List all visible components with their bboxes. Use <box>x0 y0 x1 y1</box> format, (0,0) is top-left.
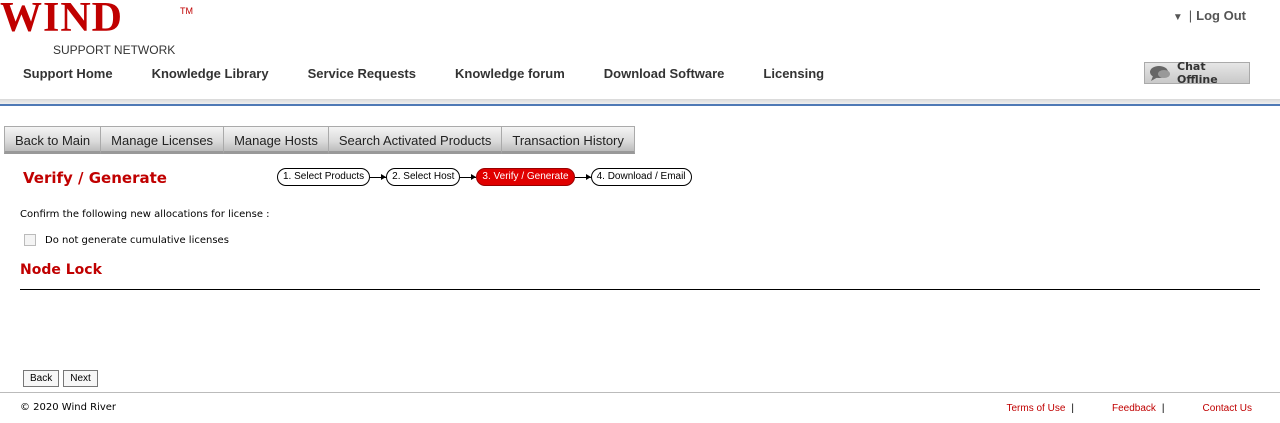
wizard-buttons: Back Next <box>23 370 98 387</box>
cumulative-checkbox[interactable] <box>24 234 36 246</box>
step-select-host: 2. Select Host <box>386 168 461 186</box>
copyright: © 2020 Wind River <box>20 402 117 413</box>
contact-us-link[interactable]: Contact Us <box>1203 403 1252 414</box>
chat-bubble-icon <box>1149 65 1171 81</box>
tab-manage-hosts[interactable]: Manage Hosts <box>224 126 329 154</box>
section-title: Node Lock <box>20 262 102 278</box>
back-button[interactable]: Back <box>23 370 60 387</box>
step-select-products: 1. Select Products <box>277 168 371 186</box>
feedback-link[interactable]: Feedback <box>1112 403 1156 414</box>
wind-river-logo[interactable]: WIND TM SUPPORT NETWORK <box>0 0 200 58</box>
confirm-text: Confirm the following new allocations fo… <box>20 209 270 220</box>
main-nav: Support Home Knowledge Library Service R… <box>23 66 863 82</box>
nav-knowledge-library[interactable]: Knowledge Library <box>152 66 269 82</box>
tab-search-activated-products[interactable]: Search Activated Products <box>328 126 503 154</box>
step-indicator: 1. Select Products 2. Select Host 3. Ver… <box>277 168 692 186</box>
tab-back-to-main[interactable]: Back to Main <box>4 126 102 154</box>
nav-knowledge-forum[interactable]: Knowledge forum <box>455 66 565 82</box>
terms-of-use-link[interactable]: Terms of Use <box>1006 403 1065 414</box>
footer-links: Terms of Use | Feedback | Contact Us <box>1006 403 1252 414</box>
tab-transaction-history[interactable]: Transaction History <box>502 126 635 154</box>
next-button[interactable]: Next <box>63 370 98 387</box>
logout-link[interactable]: Log Out <box>1196 8 1246 23</box>
arrow-right-icon <box>370 173 387 180</box>
arrow-right-icon <box>460 173 477 180</box>
arrow-right-icon <box>574 173 591 180</box>
step-download-email: 4. Download / Email <box>590 168 692 186</box>
user-menu[interactable]: ▼ | Log Out <box>1173 8 1246 23</box>
chat-offline-button[interactable]: Chat Offline <box>1144 60 1250 86</box>
separator: | <box>1188 8 1193 23</box>
logo-subtitle: SUPPORT NETWORK <box>53 43 176 57</box>
cumulative-option: Do not generate cumulative licenses <box>24 234 229 246</box>
nav-service-requests[interactable]: Service Requests <box>308 66 416 82</box>
header-accent-line <box>0 104 1280 106</box>
nav-support-home[interactable]: Support Home <box>23 66 113 82</box>
caret-down-icon[interactable]: ▼ <box>1173 12 1183 23</box>
page-title: Verify / Generate <box>23 169 167 187</box>
step-verify-generate: 3. Verify / Generate <box>476 168 575 186</box>
section-divider <box>20 289 1260 290</box>
nav-licensing[interactable]: Licensing <box>763 66 824 82</box>
cumulative-checkbox-label: Do not generate cumulative licenses <box>45 234 229 246</box>
tab-manage-licenses[interactable]: Manage Licenses <box>101 126 225 154</box>
chat-label: Chat Offline <box>1177 60 1218 86</box>
logo-wordmark: WIND <box>0 0 124 41</box>
logo-trademark: TM <box>180 6 193 16</box>
license-tabs: Back to Main Manage Licenses Manage Host… <box>4 126 635 154</box>
nav-download-software[interactable]: Download Software <box>604 66 725 82</box>
footer-divider <box>0 392 1280 393</box>
